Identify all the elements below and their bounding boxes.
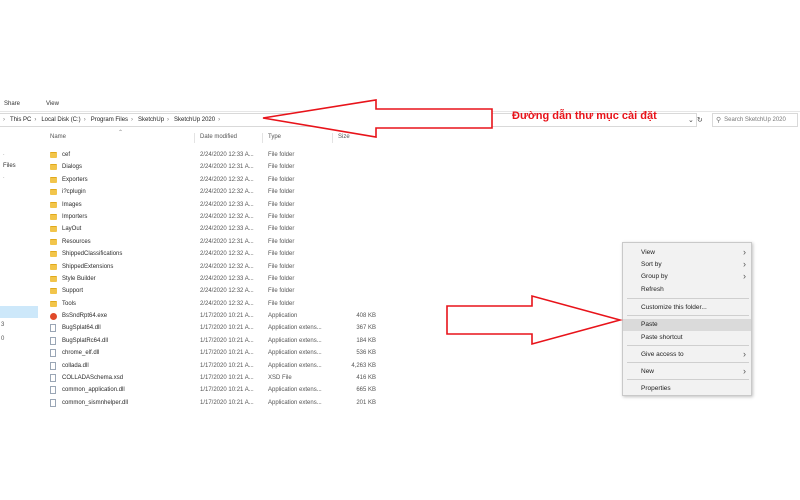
arrow-left-annotation [262, 99, 493, 138]
arrow-right-annotation [446, 294, 624, 346]
annotation-label: Đường dẫn thư mục cài đặt [512, 110, 657, 122]
annotation-arrows [262, 99, 624, 346]
